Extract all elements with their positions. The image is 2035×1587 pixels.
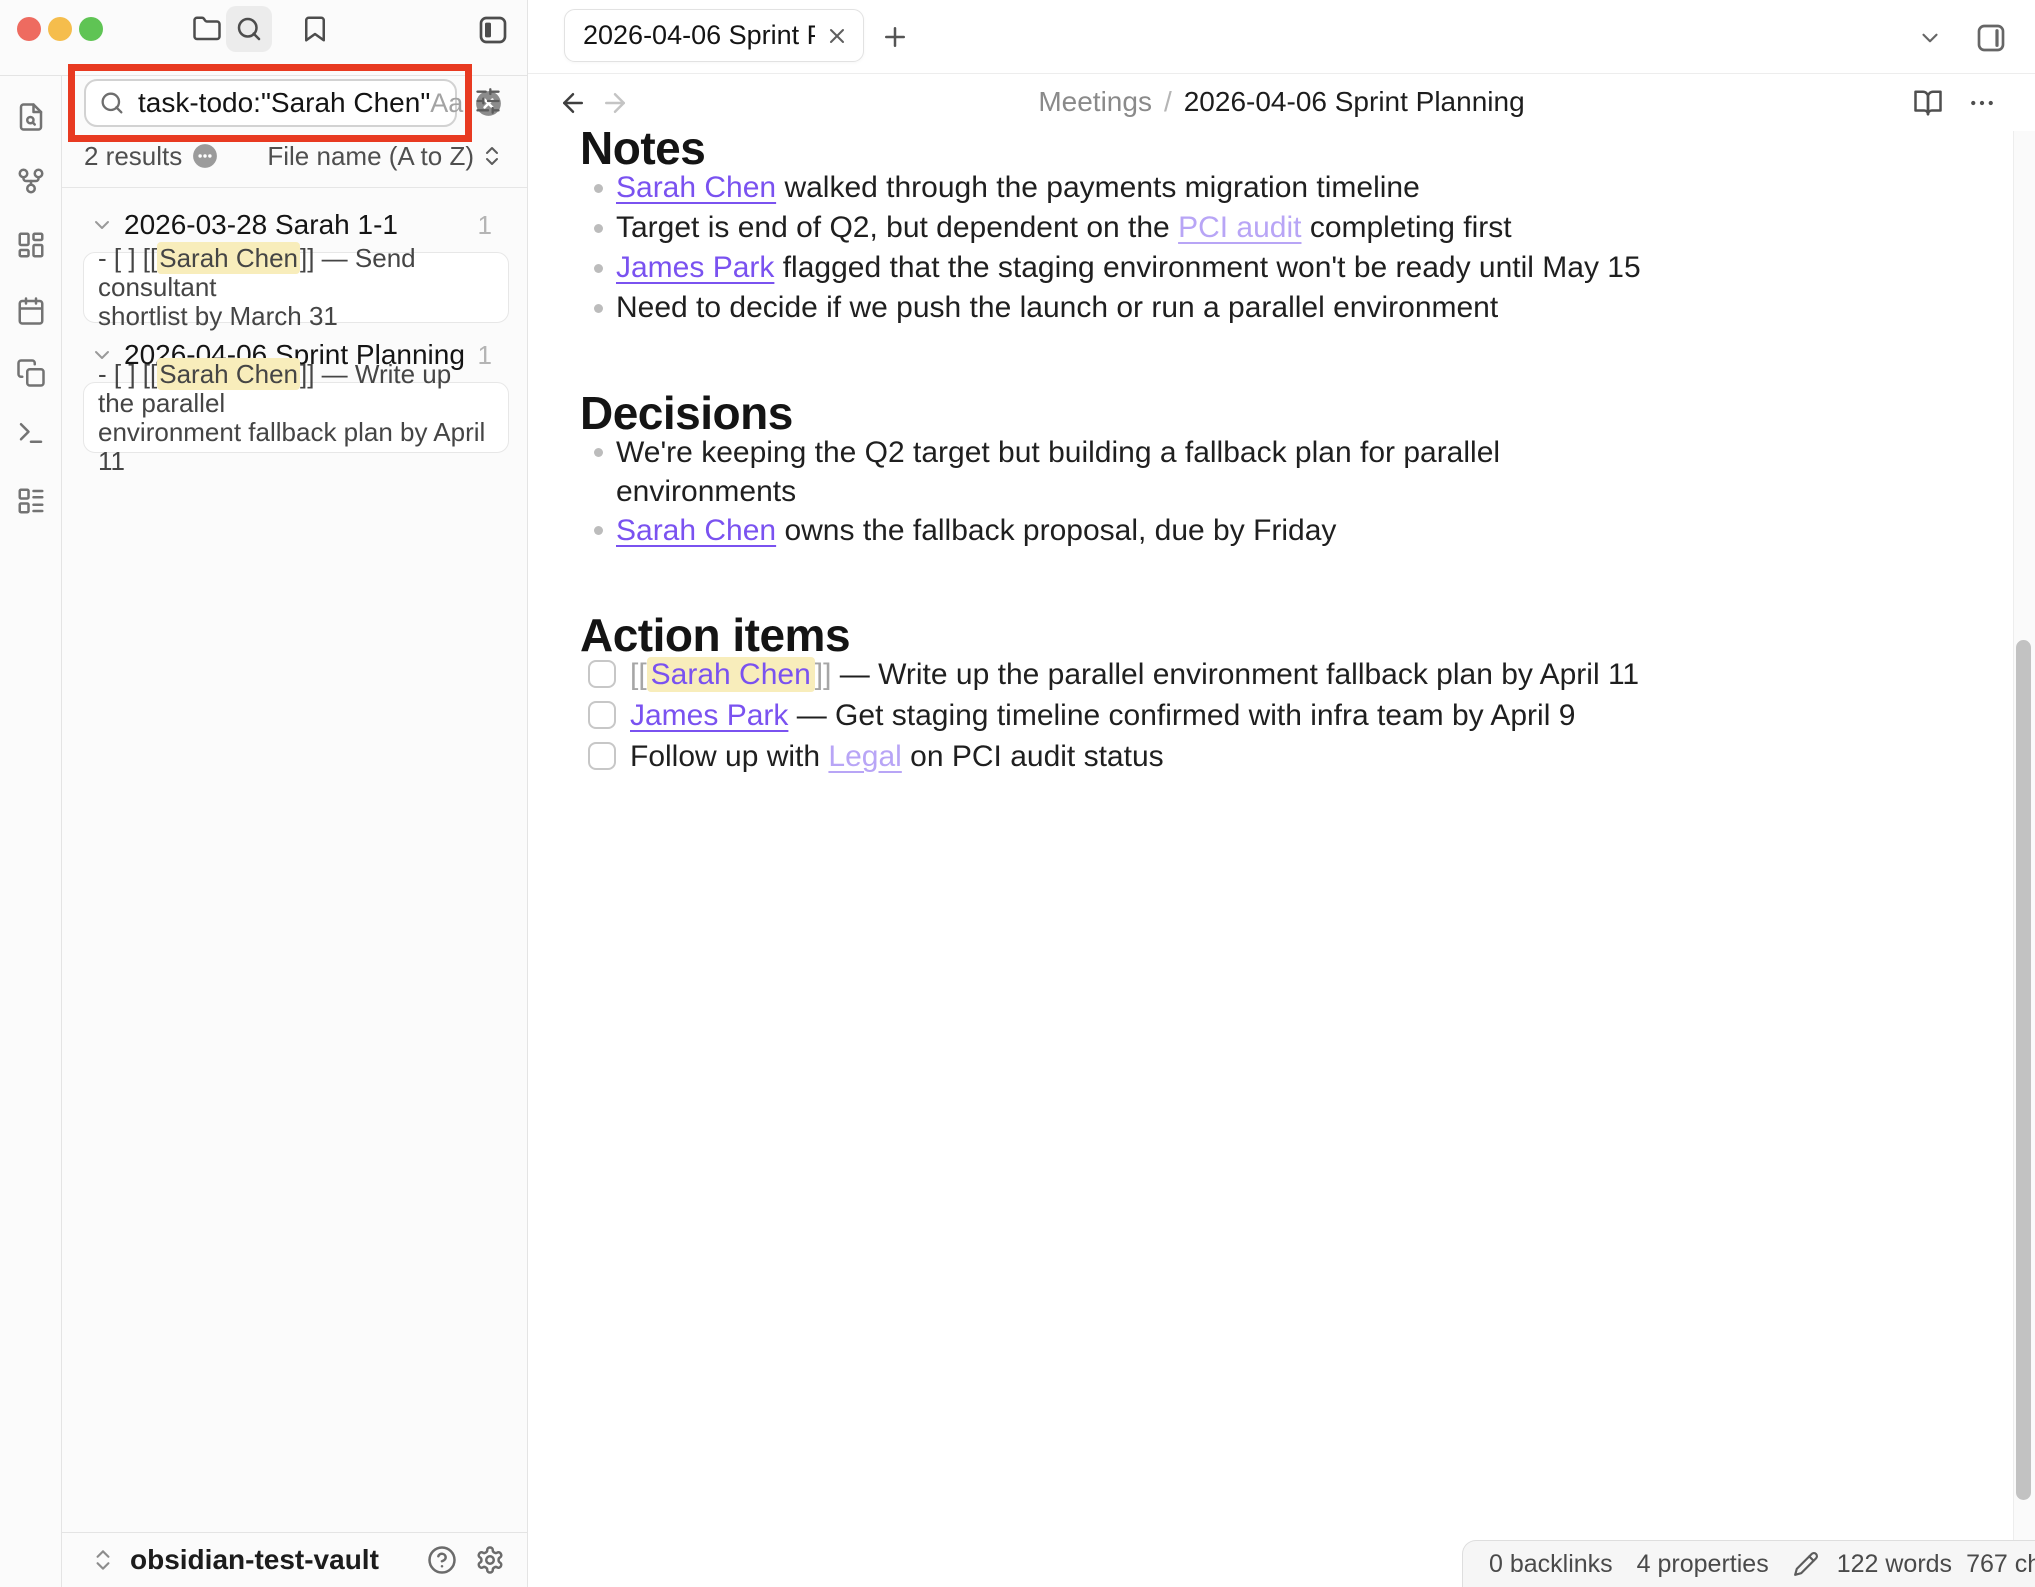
backlinks-count[interactable]: 0 backlinks <box>1489 1550 1613 1579</box>
copy-files-icon[interactable] <box>16 358 46 388</box>
edit-pencil-icon[interactable] <box>1793 1551 1819 1577</box>
task-checkbox[interactable] <box>588 701 616 729</box>
help-icon[interactable] <box>427 1545 457 1575</box>
file-search-icon[interactable] <box>16 102 46 132</box>
breadcrumb: Meetings / 2026-04-06 Sprint Planning <box>528 74 2035 130</box>
traffic-close-button[interactable] <box>17 17 41 41</box>
search-group-header[interactable]: 2026-03-28 Sarah 1-1 1 <box>90 207 510 243</box>
terminal-icon[interactable] <box>16 418 46 448</box>
bookmark-icon[interactable] <box>300 14 330 44</box>
more-options-icon[interactable] <box>1967 88 1997 118</box>
task-row: Follow up with Legal on PCI audit status <box>580 736 2035 777</box>
ribbon-sidebar <box>0 76 62 1587</box>
results-count: 2 results <box>84 141 182 172</box>
task-row: [[Sarah Chen]] — Write up the parallel e… <box>580 654 2035 695</box>
graph-icon[interactable] <box>16 166 46 196</box>
sort-order-button[interactable]: File name (A to Z) <box>267 141 504 172</box>
view-header: Meetings / 2026-04-06 Sprint Planning <box>528 74 2035 130</box>
task-row: James Park — Get staging timeline confir… <box>580 695 2035 736</box>
tab-close-icon[interactable] <box>825 24 849 48</box>
search-group-title: 2026-03-28 Sarah 1-1 <box>124 209 398 241</box>
task-checkbox[interactable] <box>588 742 616 770</box>
match-case-toggle[interactable]: Aa <box>430 88 463 119</box>
search-group-count: 1 <box>478 210 510 241</box>
vault-name: obsidian-test-vault <box>130 1544 379 1576</box>
section-heading-notes: Notes <box>580 121 705 175</box>
status-bar: 0 backlinks 4 properties 122 words 767 c… <box>1462 1540 2035 1587</box>
canvas-icon[interactable] <box>16 230 46 260</box>
traffic-zoom-button[interactable] <box>79 17 103 41</box>
character-count: 767 characters <box>1966 1550 2035 1579</box>
decisions-bullet-list: We're keeping the Q2 target but building… <box>580 433 2035 550</box>
search-match-item[interactable]: - [ ] [[Sarah Chen]] — Send consultant s… <box>83 252 509 323</box>
note-bullet: We're keeping the Q2 target but building… <box>580 433 2035 511</box>
search-icon[interactable] <box>234 14 264 44</box>
tab-list-chevron-icon[interactable] <box>1917 25 1943 51</box>
search-input-magnifier-icon <box>98 89 126 117</box>
note-bullet: Target is end of Q2, but dependent on th… <box>580 208 2035 248</box>
action-items-list: [[Sarah Chen]] — Write up the parallel e… <box>580 654 2035 777</box>
task-checkbox[interactable] <box>588 660 616 688</box>
results-divider <box>62 187 527 188</box>
note-bullet: Sarah Chen owns the fallback proposal, d… <box>580 511 2035 550</box>
collapse-chevron-icon[interactable] <box>90 213 114 237</box>
right-sidebar-toggle-icon[interactable] <box>1975 22 2007 54</box>
search-match-item[interactable]: - [ ] [[Sarah Chen]] — Write up the para… <box>83 382 509 453</box>
layout-list-icon[interactable] <box>16 486 46 516</box>
results-options-badge-icon[interactable] <box>192 143 218 169</box>
vault-switcher[interactable]: obsidian-test-vault <box>62 1532 527 1587</box>
note-bullet: Need to decide if we push the launch or … <box>580 288 2035 328</box>
breadcrumb-separator: / <box>1164 86 1172 118</box>
search-settings-icon[interactable] <box>474 87 502 115</box>
sort-order-label: File name (A to Z) <box>267 141 474 172</box>
left-sidebar-toggle-icon[interactable] <box>477 14 509 46</box>
scrollbar-thumb[interactable] <box>2016 640 2031 1500</box>
search-input[interactable]: task-todo:"Sarah Chen" Aa <box>84 79 457 127</box>
search-query-text[interactable]: task-todo:"Sarah Chen" <box>138 87 430 119</box>
breadcrumb-folder[interactable]: Meetings <box>1038 86 1152 118</box>
word-count: 122 words <box>1837 1550 1952 1579</box>
traffic-minimize-button[interactable] <box>48 17 72 41</box>
tab-title: 2026-04-06 Sprint Plan... <box>583 20 815 51</box>
folder-icon[interactable] <box>192 14 222 44</box>
tab-sprint-planning[interactable]: 2026-04-06 Sprint Plan... <box>564 9 864 62</box>
calendar-icon[interactable] <box>16 296 46 326</box>
section-heading-decisions: Decisions <box>580 386 793 440</box>
note-bullet: James Park flagged that the staging envi… <box>580 248 2035 288</box>
new-tab-icon[interactable] <box>880 22 910 52</box>
window-titlebar <box>0 0 527 76</box>
settings-gear-icon[interactable] <box>475 1545 505 1575</box>
note-bullet: Sarah Chen walked through the payments m… <box>580 168 2035 208</box>
properties-count[interactable]: 4 properties <box>1637 1550 1769 1579</box>
breadcrumb-file[interactable]: 2026-04-06 Sprint Planning <box>1184 86 1525 118</box>
reading-mode-book-icon[interactable] <box>1913 88 1943 118</box>
tab-bar: 2026-04-06 Sprint Plan... <box>528 0 2035 74</box>
vault-chevrons-icon <box>90 1547 116 1573</box>
notes-bullet-list: Sarah Chen walked through the payments m… <box>580 168 2035 328</box>
